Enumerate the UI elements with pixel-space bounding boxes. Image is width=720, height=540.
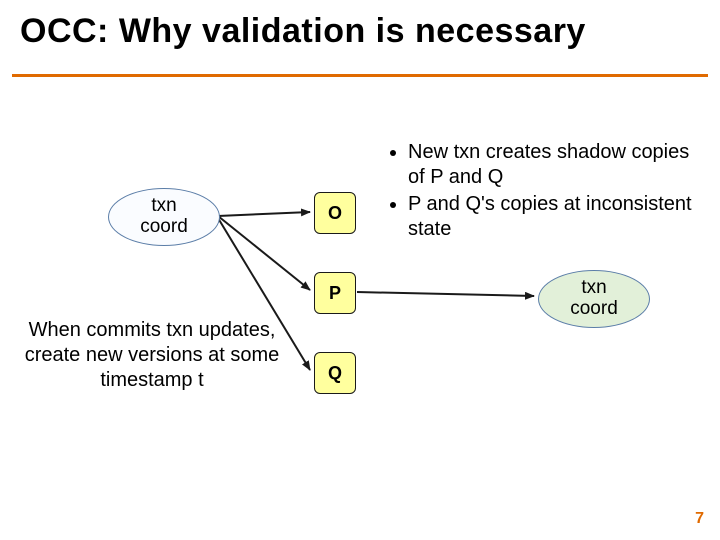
edges-svg [0,0,720,540]
txn-coord-left: txn coord [108,188,220,246]
bullet-2: P and Q's copies at inconsistent state [408,192,698,242]
bullet-list: New txn creates shadow copies of P and Q… [388,140,698,244]
node-o: O [314,192,356,234]
coord-left-line1: txn [151,196,176,217]
edge-coord-p [218,216,310,290]
edge-p-coord2 [357,292,534,296]
page-number: 7 [695,510,704,528]
coord-right-line2: coord [570,299,618,320]
slide-title: OCC: Why validation is necessary [20,12,586,51]
title-underline [12,74,708,77]
node-p: P [314,272,356,314]
commit-caption: When commits txn updates, create new ver… [4,318,300,393]
edge-coord-o [218,212,310,216]
txn-coord-right: txn coord [538,270,650,328]
coord-right-line1: txn [581,278,606,299]
coord-left-line2: coord [140,217,188,238]
bullet-1: New txn creates shadow copies of P and Q [408,140,698,190]
node-q: Q [314,352,356,394]
slide: OCC: Why validation is necessary txn coo… [0,0,720,540]
